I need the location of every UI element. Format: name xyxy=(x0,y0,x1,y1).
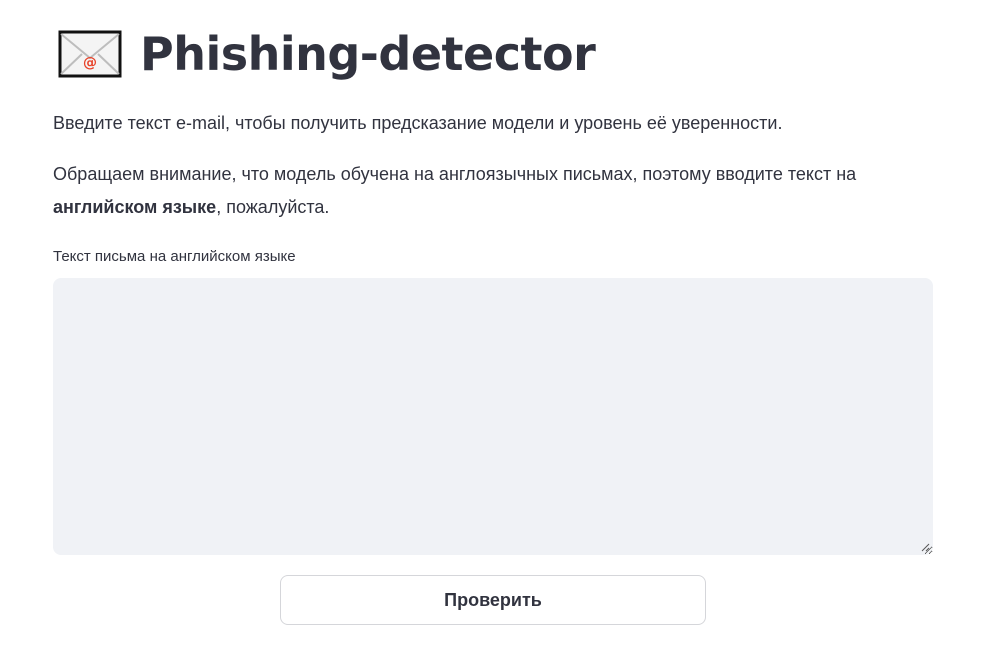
page-title: Phishing-detector xyxy=(140,27,596,81)
email-text-input[interactable] xyxy=(53,278,933,555)
language-notice-emphasis: английском языке xyxy=(53,197,217,217)
app-page: @ Phishing-detector Введите текст e-mail… xyxy=(0,0,984,667)
language-notice-text: Обращаем внимание, что модель обучена на… xyxy=(53,164,857,184)
page-header: @ Phishing-detector xyxy=(58,24,596,84)
intro-text: Введите текст e-mail, чтобы получить пре… xyxy=(53,113,783,133)
svg-text:@: @ xyxy=(83,55,97,71)
resize-handle-icon[interactable] xyxy=(920,542,930,552)
email-text-label: Текст письма на английском языке xyxy=(53,248,296,265)
language-notice-end: , пожалуйста. xyxy=(216,197,330,217)
language-notice: Обращаем внимание, что модель обучена на… xyxy=(53,158,933,224)
check-button[interactable]: Проверить xyxy=(280,575,706,625)
envelope-icon: @ xyxy=(58,30,122,78)
